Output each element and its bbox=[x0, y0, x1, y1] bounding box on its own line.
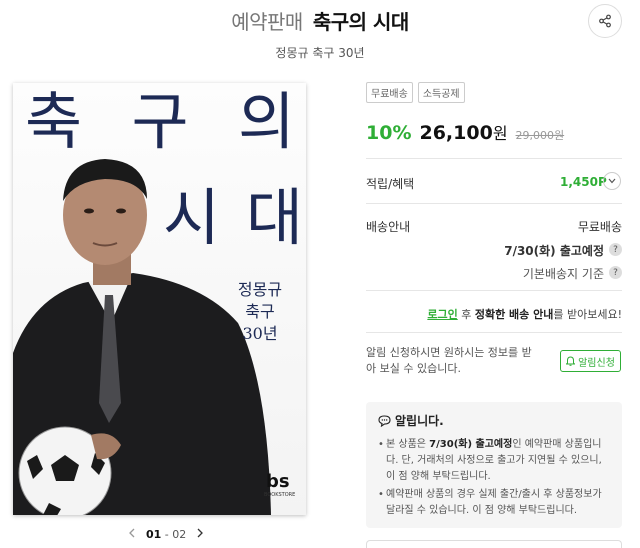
login-link[interactable]: 로그인 bbox=[427, 308, 457, 321]
points-expand-button[interactable] bbox=[603, 172, 621, 190]
cover-sub-line: 정몽규 bbox=[237, 280, 283, 299]
points-label: 적립/혜택 bbox=[366, 177, 415, 191]
free-shipping-badge: 무료배송 bbox=[366, 82, 413, 103]
book-title: 축구의 시대 bbox=[312, 10, 409, 34]
sale-price: 26,100원 bbox=[419, 120, 507, 144]
divider bbox=[366, 203, 622, 204]
product-badges: 무료배송 소득공제 bbox=[366, 82, 465, 103]
notice-text: 예약판매 상품의 경우 실제 출간/출시 후 상품정보가 달라질 수 있습니다.… bbox=[386, 489, 602, 516]
notify-description: 알림 신청하시면 원하시는 정보를 받아 보실 수 있습니다. bbox=[366, 346, 532, 375]
cover-sub-line: 축구 bbox=[245, 302, 275, 321]
shipping-address-basis: 기본배송지 기준 bbox=[522, 267, 604, 281]
help-icon[interactable]: ? bbox=[609, 243, 622, 256]
shipping-schedule: 7/30(화) 출고예정 bbox=[504, 244, 604, 258]
cover-char: 축 bbox=[25, 85, 83, 158]
login-notice-tail: 를 받아보세요! bbox=[553, 308, 622, 321]
notice-title: 알립니다. bbox=[378, 412, 610, 429]
cover-title-line1: 축 구 의 bbox=[25, 91, 295, 153]
login-notice-text: 후 bbox=[457, 308, 475, 321]
book-cover-image[interactable]: 축 구 의 시 대 정몽규 축구 30년 bs BOOKSTORE bbox=[13, 83, 306, 515]
page-title: 예약판매 축구의 시대 bbox=[0, 6, 640, 35]
page-separator: - bbox=[161, 528, 173, 541]
points-value: 1,450P bbox=[560, 175, 607, 189]
discount-rate: 10% bbox=[366, 122, 412, 144]
divider bbox=[366, 332, 622, 333]
chevron-left-icon[interactable] bbox=[128, 528, 136, 541]
notice-bold-date: 7/30(화) 출고예정 bbox=[429, 439, 513, 450]
original-price: 29,000원 bbox=[515, 129, 565, 142]
cover-char: 구 bbox=[131, 85, 189, 158]
notify-button-label: 알림신청 bbox=[578, 357, 615, 369]
sale-price-unit: 원 bbox=[492, 124, 508, 143]
tax-deduction-badge: 소득공제 bbox=[417, 82, 465, 103]
divider bbox=[366, 158, 622, 159]
notice-item: 예약판매 상품의 경우 실제 출간/출시 후 상품정보가 달라질 수 있습니다.… bbox=[378, 487, 610, 519]
shipping-fee: 무료배송 bbox=[577, 220, 622, 234]
notice-title-text: 알립니다. bbox=[395, 414, 444, 428]
bell-icon bbox=[566, 356, 576, 366]
preorder-label: 예약판매 bbox=[231, 10, 303, 34]
chevron-right-icon[interactable] bbox=[196, 528, 204, 541]
cover-char: 의 bbox=[237, 85, 295, 158]
share-button[interactable] bbox=[588, 4, 622, 38]
divider bbox=[366, 290, 622, 291]
page-total: 02 bbox=[172, 528, 187, 541]
speech-bubble-icon bbox=[378, 414, 391, 427]
login-notice-bold: 정확한 배송 안내 bbox=[474, 308, 554, 321]
share-icon bbox=[599, 14, 611, 28]
book-subtitle: 정몽규 축구 30년 bbox=[275, 46, 365, 60]
page-indicator: 01 - 02 bbox=[146, 528, 186, 541]
notice-text: 본 상품은 bbox=[386, 439, 430, 450]
cover-char: 시 bbox=[163, 181, 221, 254]
help-icon[interactable]: ? bbox=[609, 266, 622, 279]
page-current: 01 bbox=[146, 528, 162, 541]
notice-item: 본 상품은 7/30(화) 출고예정인 예약판매 상품입니다. 단, 거래처의 … bbox=[378, 437, 610, 485]
publisher-logo-sub: BOOKSTORE bbox=[264, 492, 296, 498]
chevron-down-icon bbox=[608, 178, 616, 184]
publisher-logo: bs bbox=[266, 471, 290, 492]
sale-price-amount: 26,100 bbox=[419, 122, 493, 144]
login-shipping-notice: 로그인 후 정확한 배송 안내를 받아보세요! bbox=[366, 306, 622, 322]
notify-button[interactable]: 알림신청 bbox=[560, 350, 621, 372]
price-row: 10% 26,100원 29,000원 bbox=[366, 120, 564, 144]
cover-char: 대 bbox=[245, 181, 303, 254]
cover-subtitle: 정몽규 축구 30년 bbox=[225, 279, 295, 345]
preorder-notice: 알립니다. 본 상품은 7/30(화) 출고예정인 예약판매 상품입니다. 단,… bbox=[366, 402, 622, 528]
cover-sub-line: 30년 bbox=[242, 324, 278, 343]
image-pager: 01 - 02 bbox=[128, 528, 204, 541]
option-box bbox=[366, 540, 622, 548]
shipping-label: 배송안내 bbox=[366, 220, 411, 234]
cover-title-line2: 시 대 bbox=[163, 187, 303, 249]
